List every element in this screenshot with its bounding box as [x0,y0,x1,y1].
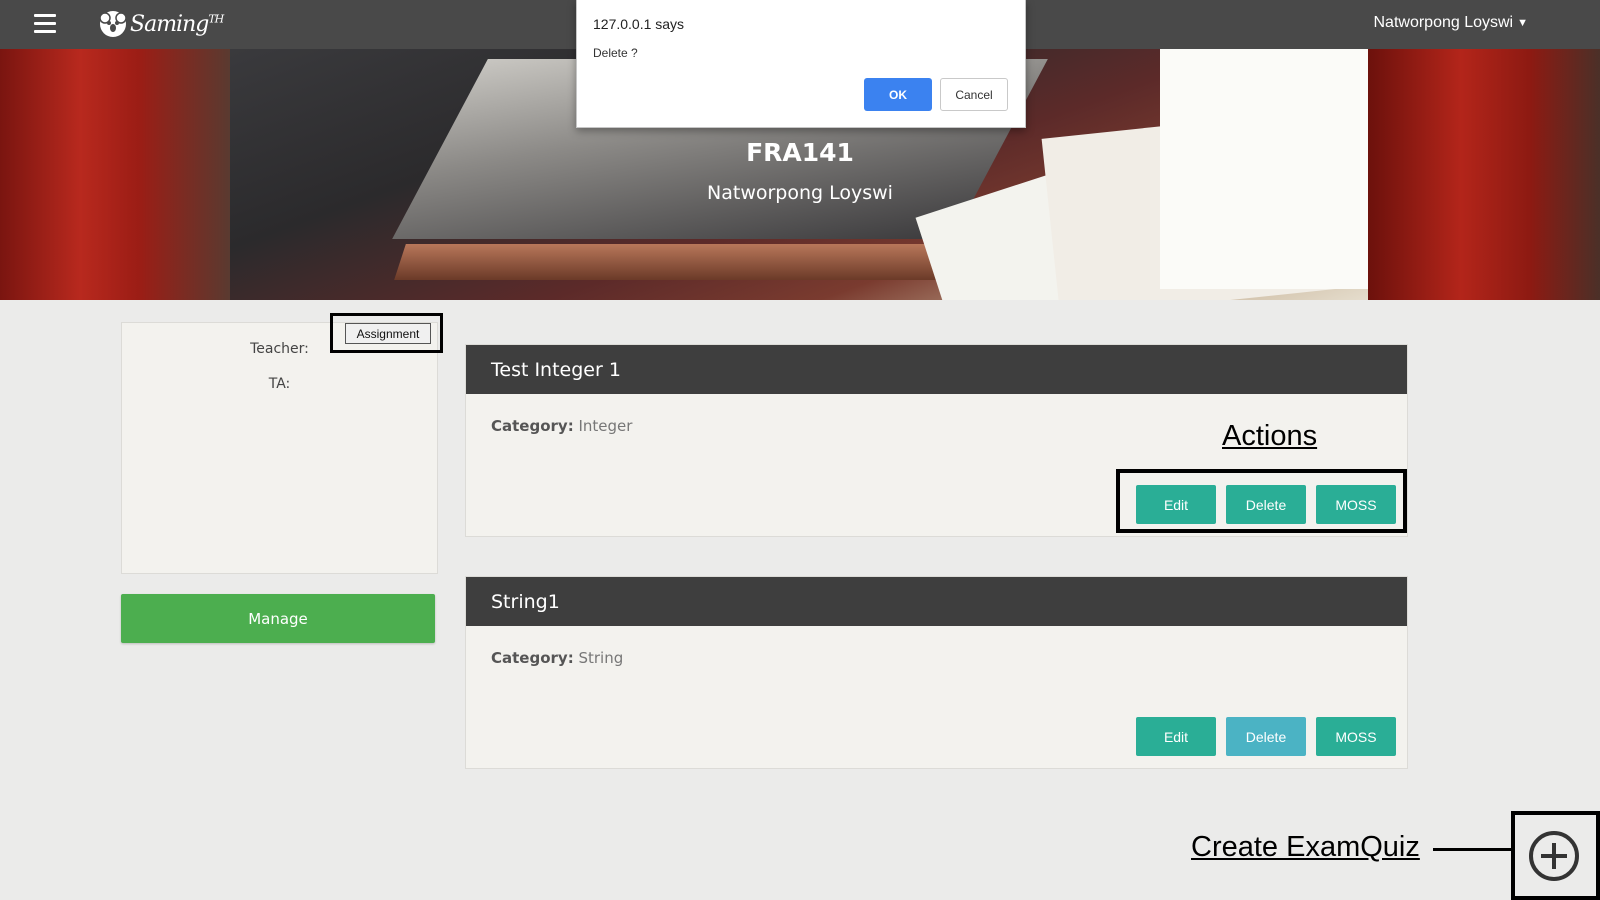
dialog-cancel-button[interactable]: Cancel [940,78,1008,111]
edit-button[interactable]: Edit [1136,717,1216,756]
user-name: Natworpong Loyswi [1373,14,1514,31]
koala-logo-icon [99,11,127,37]
assignment-category: Category: Integer [491,417,633,435]
delete-button[interactable]: Delete [1226,717,1306,756]
moss-button[interactable]: MOSS [1316,717,1396,756]
user-menu-dropdown[interactable]: Natworpong Loyswi ▼ [1373,14,1528,32]
notebook-image [1160,49,1370,289]
dialog-ok-button[interactable]: OK [864,78,932,111]
assignment-button[interactable]: Assignment [345,323,431,344]
course-info-card: Teacher: TA: [121,322,438,574]
banner-background-right [1368,49,1600,300]
hamburger-menu-icon[interactable] [34,14,56,34]
actions-highlight-box [1116,469,1407,533]
actions-annotation: Actions [1222,420,1318,452]
dialog-message: Delete ? [593,46,638,60]
assignment-title[interactable]: String1 [466,577,1407,626]
add-circle-icon[interactable] [1528,830,1580,882]
laptop-base-image [394,244,986,280]
manage-button[interactable]: Manage [121,594,435,643]
course-title: FRA141 [746,138,854,167]
logo-text: SamingTH [130,11,224,37]
annotation-connector-line [1433,848,1513,851]
app-logo[interactable]: SamingTH [98,8,224,40]
dialog-origin: 127.0.0.1 says [593,16,685,32]
confirm-dialog: 127.0.0.1 says Delete ? OK Cancel [576,0,1026,128]
ta-label: TA: [268,376,291,392]
caret-down-icon: ▼ [1517,17,1528,29]
assignment-category: Category: String [491,649,624,667]
banner-background-left [0,49,230,300]
course-owner: Natworpong Loyswi [707,182,893,204]
assignment-title[interactable]: Test Integer 1 [466,345,1407,394]
create-examquiz-annotation: Create ExamQuiz [1191,831,1420,863]
